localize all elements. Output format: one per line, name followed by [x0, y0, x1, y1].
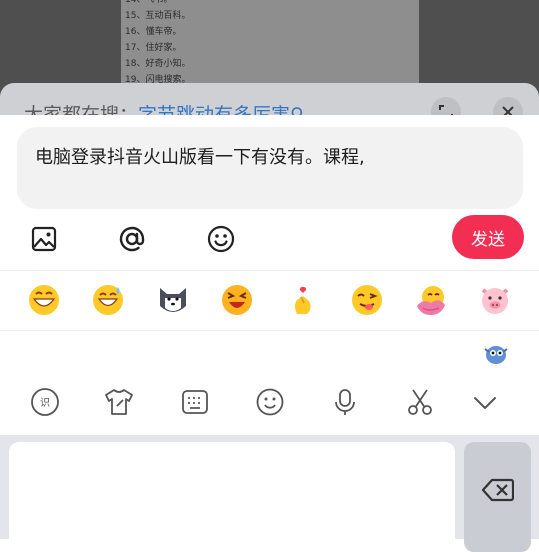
- svg-text:识: 识: [40, 397, 50, 409]
- keyboard-button[interactable]: [179, 386, 211, 418]
- sticker-button[interactable]: [483, 341, 509, 367]
- sweat-smile-emoji-icon: [93, 285, 123, 315]
- collapse-button[interactable]: [469, 386, 501, 418]
- text-style-button[interactable]: 识: [29, 386, 61, 418]
- comment-text[interactable]: 电脑登录抖音火山版看一下有没有。课程,: [35, 147, 365, 168]
- divider: [0, 270, 539, 271]
- doc-line: 14、飞书。: [125, 0, 173, 5]
- at-icon: [119, 226, 145, 252]
- text-style-icon: 识: [31, 388, 59, 416]
- emoji-button[interactable]: [206, 224, 236, 254]
- shirt-button[interactable]: [103, 386, 135, 418]
- keyboard-candidate-area[interactable]: [9, 442, 455, 552]
- smile-icon: [256, 388, 284, 416]
- doc-line: 15、互动百科。: [125, 11, 191, 21]
- emoji-laugh[interactable]: [221, 284, 253, 316]
- emoji-pig[interactable]: [479, 284, 511, 316]
- voice-button[interactable]: [329, 386, 361, 418]
- mic-icon: [335, 389, 355, 415]
- emoji-hug[interactable]: [415, 284, 447, 316]
- heart-finger-emoji-icon: [295, 286, 311, 314]
- divider: [0, 330, 539, 331]
- laugh-emoji-icon: [222, 285, 252, 315]
- comment-input[interactable]: 电脑登录抖音火山版看一下有没有。课程,: [17, 127, 523, 209]
- doc-line: 18、好奇小知。: [125, 59, 191, 69]
- image-icon: [31, 226, 57, 252]
- chevron-down-icon: [474, 397, 496, 409]
- wink-tongue-emoji-icon: [352, 285, 382, 315]
- image-button[interactable]: [29, 224, 59, 254]
- delete-key[interactable]: [464, 442, 531, 552]
- doc-line: 17、住好家。: [125, 43, 182, 53]
- shirt-icon: [105, 389, 133, 415]
- send-button[interactable]: 发送: [452, 215, 524, 259]
- emoji-sweat-smile[interactable]: [92, 284, 124, 316]
- background-document: 14、飞书。 15、互动百科。 16、懂车帝。 17、住好家。 18、好奇小知。…: [121, 0, 419, 95]
- emoji-wink-tongue[interactable]: [351, 284, 383, 316]
- emoji-husky[interactable]: [157, 284, 189, 316]
- backspace-icon: [481, 478, 514, 502]
- husky-emoji-icon: [160, 288, 186, 312]
- bird-sticker-icon: [484, 346, 508, 364]
- hug-emoji-icon: [417, 286, 445, 315]
- emoji-panel-button[interactable]: [254, 386, 286, 418]
- emoji-grin[interactable]: [28, 284, 60, 316]
- mention-button[interactable]: [117, 224, 147, 254]
- emoji-heart-finger[interactable]: [287, 284, 319, 316]
- keyboard-icon: [182, 390, 208, 414]
- smile-icon: [207, 225, 235, 253]
- scissors-icon: [408, 389, 432, 415]
- grin-emoji-icon: [29, 285, 59, 315]
- scissors-button[interactable]: [404, 386, 436, 418]
- doc-line: 16、懂车帝。: [125, 27, 182, 37]
- pig-emoji-icon: [481, 288, 509, 314]
